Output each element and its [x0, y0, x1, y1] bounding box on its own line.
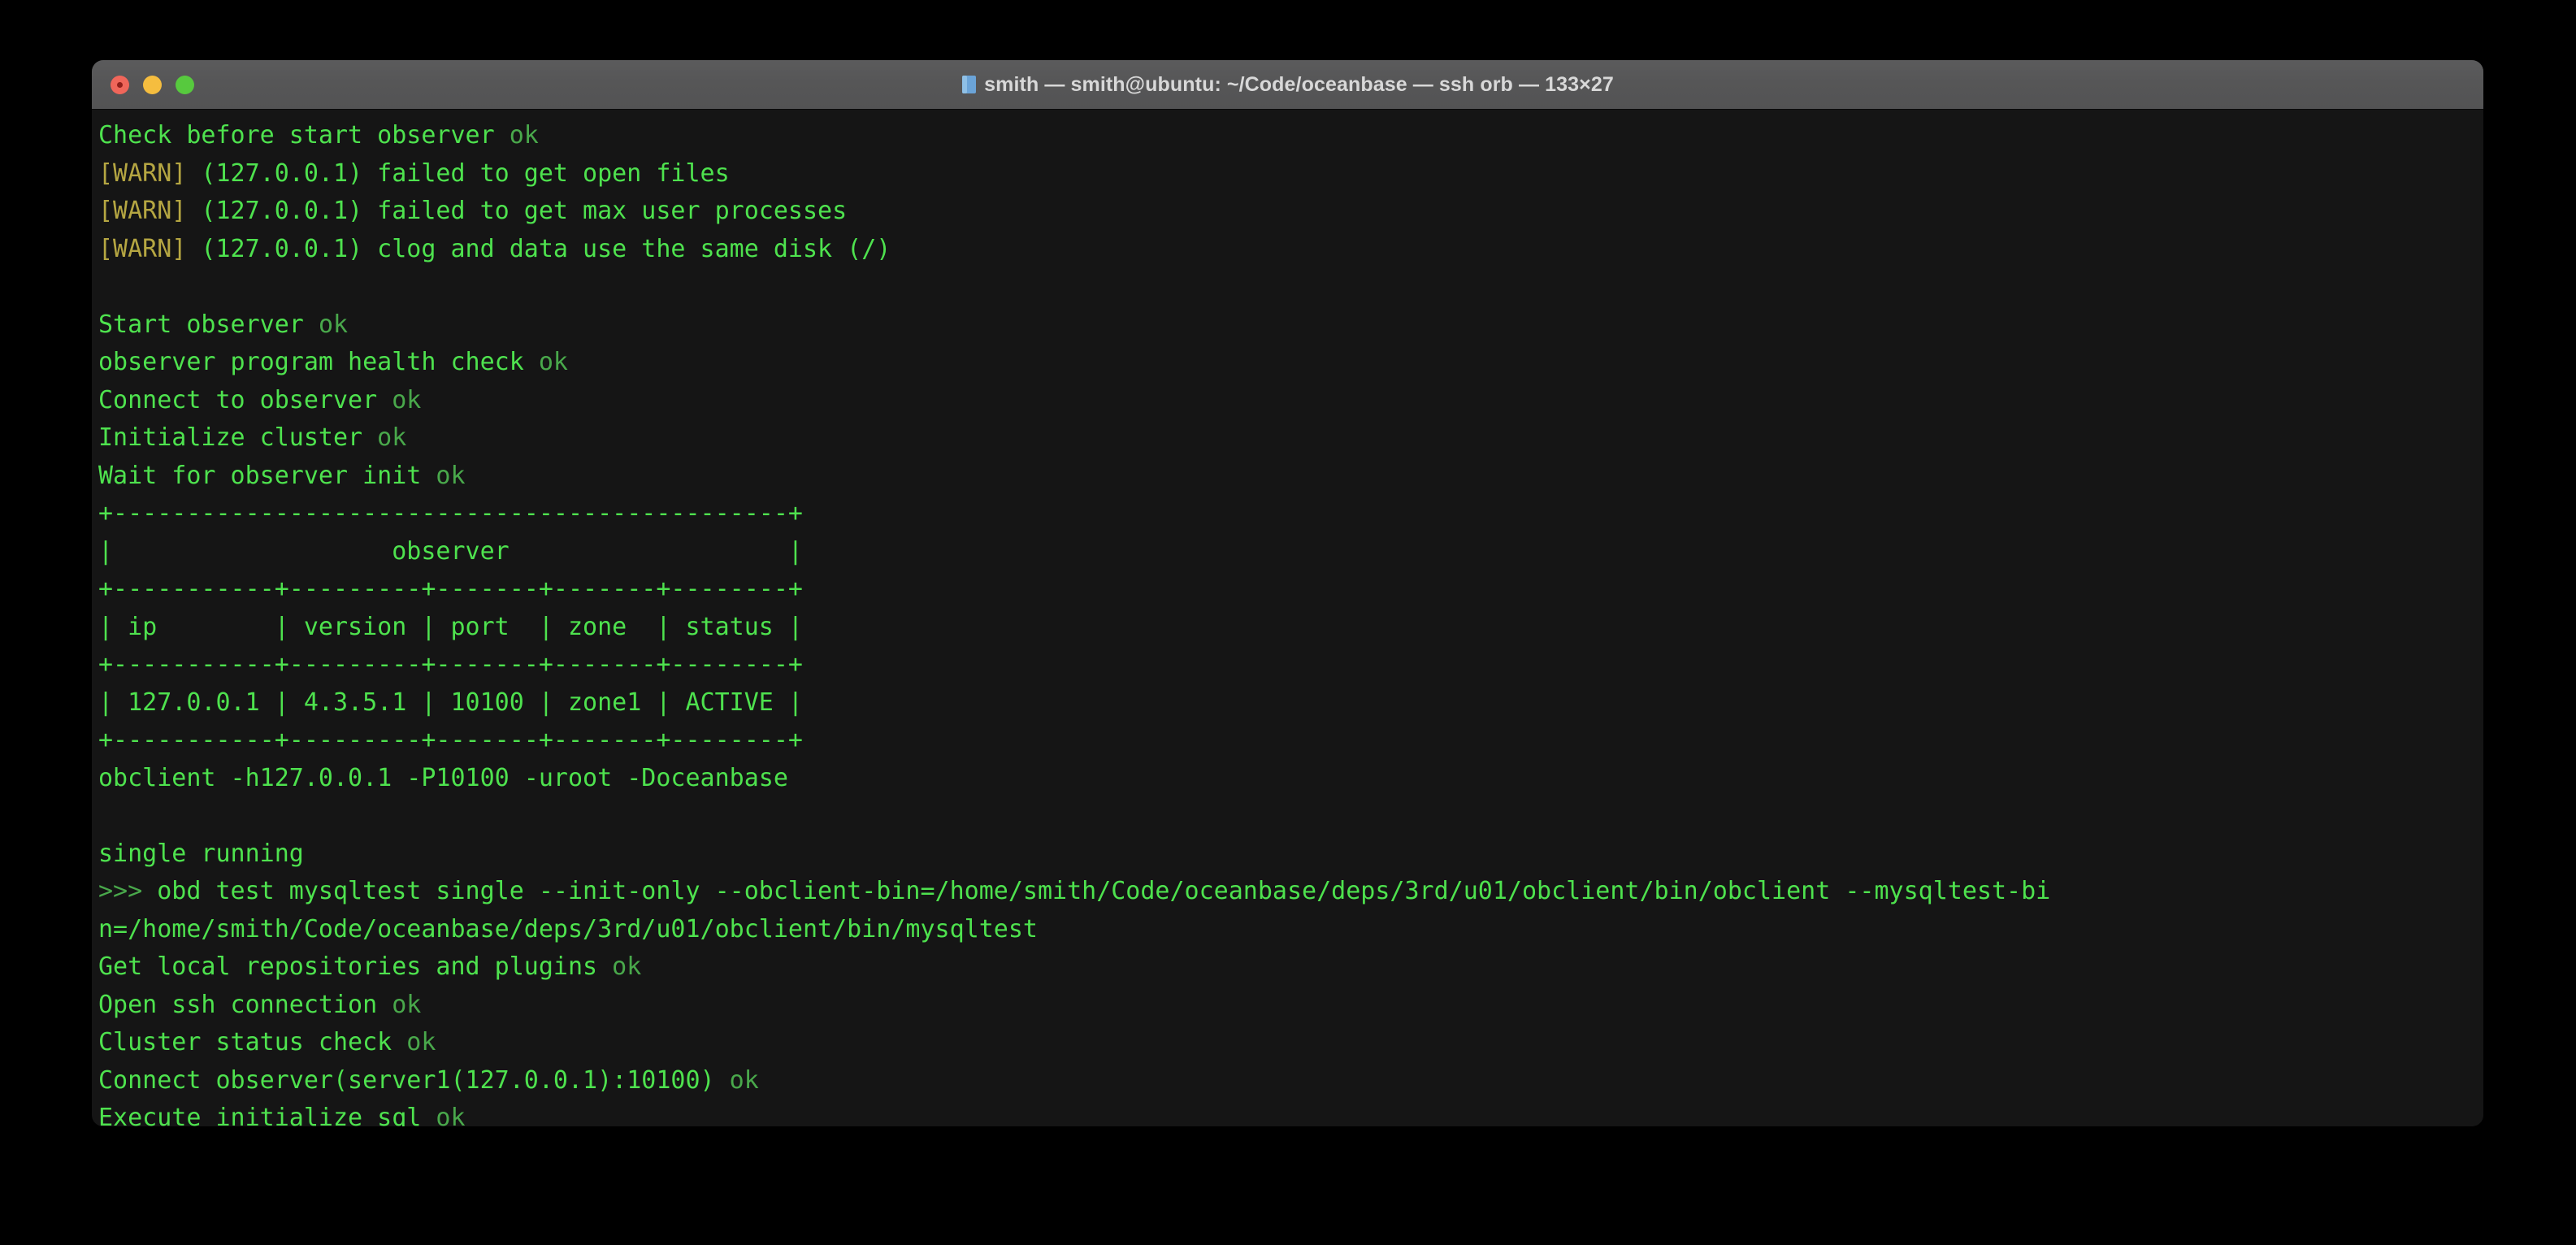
terminal-lines: Check before start observer ok [WARN] (12…: [92, 117, 2483, 1126]
window-titlebar[interactable]: smith — smith@ubuntu: ~/Code/oceanbase —…: [92, 60, 2483, 110]
line-warn-clog-same-disk-seg-0: [WARN]: [98, 234, 187, 263]
line-single-running-seg-0: single running: [98, 839, 304, 868]
maximize-button[interactable]: [176, 75, 194, 94]
line-connect-to-observer: Connect to observer ok: [98, 382, 2483, 420]
line-start-observer-seg-0: Start observer: [98, 310, 319, 339]
line-connect-to-observer-seg-1: ok: [392, 385, 422, 414]
line-warn-clog-same-disk: [WARN] (127.0.0.1) clog and data use the…: [98, 231, 2483, 269]
line-open-ssh-connection-seg-0: Open ssh connection: [98, 990, 392, 1019]
line-warn-max-user-processes-seg-0: [WARN]: [98, 197, 187, 225]
line-table-header: | ip | version | port | zone | status |: [98, 609, 2483, 647]
line-blank-1-seg-0: [98, 272, 113, 301]
line-wait-for-observer-init-seg-1: ok: [436, 461, 466, 490]
line-observer-health-check-seg-1: ok: [538, 348, 568, 376]
line-open-ssh-connection: Open ssh connection ok: [98, 987, 2483, 1025]
line-table-row-1-seg-0: | 127.0.0.1 | 4.3.5.1 | 10100 | zone1 | …: [98, 688, 803, 717]
line-obclient-cmd-seg-0: obclient -h127.0.0.1 -P10100 -uroot -Doc…: [98, 763, 788, 792]
line-table-row-1: | 127.0.0.1 | 4.3.5.1 | 10100 | zone1 | …: [98, 684, 2483, 722]
line-check-before-start-seg-0: Check before start observer: [98, 121, 510, 150]
line-obd-test-command-seg-0: >>>: [98, 877, 158, 905]
line-get-local-repositories: Get local repositories and plugins ok: [98, 948, 2483, 987]
line-table-caption: | observer |: [98, 533, 2483, 571]
line-warn-open-files: [WARN] (127.0.0.1) failed to get open fi…: [98, 155, 2483, 193]
line-cluster-status-check: Cluster status check ok: [98, 1024, 2483, 1062]
line-execute-initialize-sql: Execute initialize sql ok: [98, 1100, 2483, 1126]
line-table-header-sep-seg-0: +-----------+---------+-------+-------+-…: [98, 575, 803, 603]
line-warn-max-user-processes-seg-1: (127.0.0.1) failed to get max user proce…: [186, 197, 848, 225]
line-warn-open-files-seg-1: (127.0.0.1) failed to get open files: [186, 158, 730, 188]
line-initialize-cluster-seg-0: Initialize cluster: [98, 423, 378, 452]
line-wait-for-observer-init: Wait for observer init ok: [98, 458, 2483, 496]
line-connect-observer-server1: Connect observer(server1(127.0.0.1):1010…: [98, 1062, 2483, 1100]
line-obd-test-command: >>> obd test mysqltest single --init-onl…: [98, 873, 2483, 911]
line-obd-test-command-wrap: n=/home/smith/Code/oceanbase/deps/3rd/u0…: [98, 911, 2483, 949]
line-start-observer: Start observer ok: [98, 306, 2483, 345]
line-table-caption-seg-0: | observer |: [98, 536, 803, 566]
line-blank-2: [98, 797, 2483, 835]
line-execute-initialize-sql-seg-1: ok: [436, 1104, 466, 1126]
line-table-top-border: +---------------------------------------…: [98, 495, 2483, 533]
line-table-bottom-border-seg-0: +-----------+---------+-------+-------+-…: [98, 726, 803, 754]
line-get-local-repositories-seg-0: Get local repositories and plugins: [98, 952, 613, 981]
line-initialize-cluster: Initialize cluster ok: [98, 419, 2483, 458]
line-obclient-cmd: obclient -h127.0.0.1 -P10100 -uroot -Doc…: [98, 760, 2483, 798]
line-warn-clog-same-disk-seg-1: (127.0.0.1) clog and data use the same d…: [186, 234, 891, 263]
line-obd-test-command-wrap-seg-0: n=/home/smith/Code/oceanbase/deps/3rd/u0…: [98, 914, 1038, 944]
minimize-button[interactable]: [143, 75, 162, 94]
close-button[interactable]: [111, 75, 129, 94]
line-check-before-start: Check before start observer ok: [98, 117, 2483, 155]
window-title-group: smith — smith@ubuntu: ~/Code/oceanbase —…: [961, 73, 1614, 97]
line-table-header-sep: +-----------+---------+-------+-------+-…: [98, 570, 2483, 609]
line-observer-health-check: observer program health check ok: [98, 344, 2483, 382]
line-blank-1: [98, 268, 2483, 306]
window-title-text: smith — smith@ubuntu: ~/Code/oceanbase —…: [984, 72, 1614, 96]
line-table-mid-sep-seg-0: +-----------+---------+-------+-------+-…: [98, 650, 803, 679]
line-table-bottom-border: +-----------+---------+-------+-------+-…: [98, 722, 2483, 760]
line-start-observer-seg-1: ok: [318, 310, 349, 339]
line-wait-for-observer-init-seg-0: Wait for observer init: [98, 461, 436, 490]
line-check-before-start-seg-1: ok: [509, 121, 539, 150]
line-execute-initialize-sql-seg-0: Execute initialize sql: [98, 1104, 436, 1126]
terminal-output-area[interactable]: Check before start observer ok [WARN] (12…: [92, 110, 2483, 1126]
line-table-top-border-seg-0: +---------------------------------------…: [98, 499, 803, 527]
line-cluster-status-check-seg-0: Cluster status check: [98, 1028, 407, 1056]
line-connect-observer-server1-seg-1: ok: [729, 1065, 759, 1095]
line-cluster-status-check-seg-1: ok: [406, 1028, 436, 1056]
window-controls: [111, 60, 194, 109]
line-connect-observer-server1-seg-0: Connect observer(server1(127.0.0.1):1010…: [98, 1065, 730, 1095]
line-observer-health-check-seg-0: observer program health check: [98, 348, 539, 376]
line-table-mid-sep: +-----------+---------+-------+-------+-…: [98, 646, 2483, 684]
line-table-header-seg-0: | ip | version | port | zone | status |: [98, 612, 803, 641]
line-warn-open-files-seg-0: [WARN]: [98, 158, 187, 188]
line-obd-test-command-seg-1: obd test mysqltest single --init-only --…: [157, 877, 2051, 905]
line-initialize-cluster-seg-1: ok: [377, 423, 407, 452]
folder-icon: [962, 76, 977, 93]
line-single-running: single running: [98, 835, 2483, 874]
line-open-ssh-connection-seg-1: ok: [392, 990, 422, 1019]
terminal-window[interactable]: smith — smith@ubuntu: ~/Code/oceanbase —…: [92, 60, 2483, 1126]
line-connect-to-observer-seg-0: Connect to observer: [98, 385, 392, 414]
line-blank-2-seg-0: [98, 801, 113, 830]
desktop-background: smith — smith@ubuntu: ~/Code/oceanbase —…: [0, 0, 2576, 1245]
line-get-local-repositories-seg-1: ok: [612, 952, 642, 981]
line-warn-max-user-processes: [WARN] (127.0.0.1) failed to get max use…: [98, 193, 2483, 231]
